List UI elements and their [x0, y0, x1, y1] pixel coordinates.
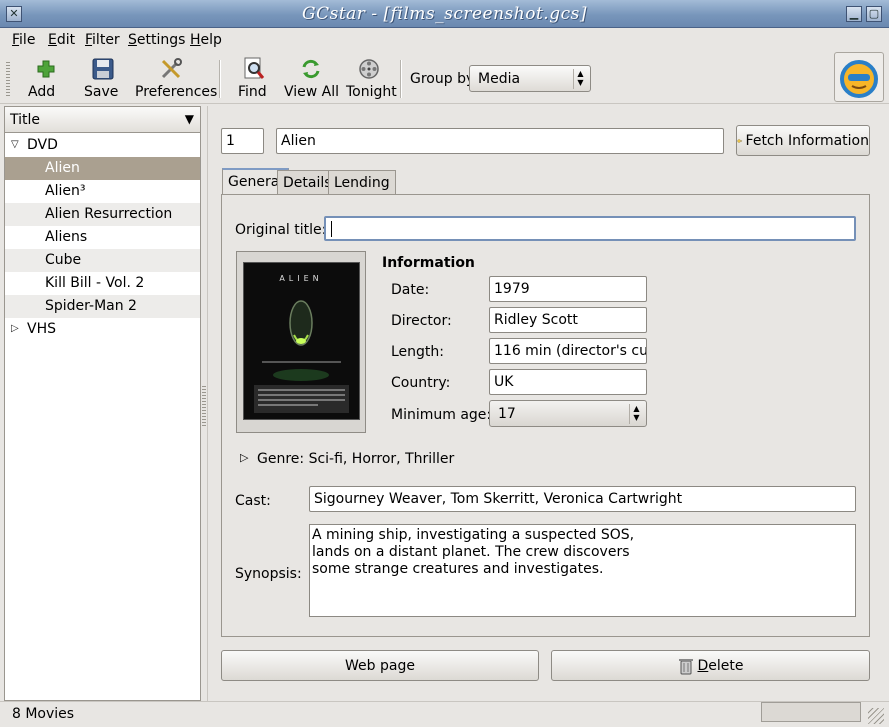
original-title-label: Original title:: [235, 222, 327, 238]
movie-poster: ALIEN: [243, 262, 360, 420]
name-field[interactable]: Alien: [276, 128, 724, 154]
tree-item-alien-resurrection[interactable]: Alien Resurrection: [5, 203, 200, 226]
collapsed-arrow-icon[interactable]: ▷: [11, 323, 19, 334]
chevron-down-icon: ▼: [184, 112, 194, 126]
original-title-field[interactable]: [324, 216, 856, 241]
web-page-button[interactable]: Web page: [221, 650, 539, 681]
film-reel-icon: [346, 56, 392, 82]
poster-title: ALIEN: [279, 274, 322, 283]
spin-arrows-icon: ▲ ▼: [573, 69, 587, 89]
toolbar-grip[interactable]: [6, 62, 10, 98]
length-label: Length:: [391, 344, 445, 360]
tree-item-aliens[interactable]: Aliens: [5, 226, 200, 249]
menu-file[interactable]: File: [12, 32, 35, 48]
tree-item-kill-bill[interactable]: Kill Bill - Vol. 2: [5, 272, 200, 295]
tree-item-alien3[interactable]: Alien³: [5, 180, 200, 203]
text-cursor: [331, 220, 332, 237]
cast-field[interactable]: Sigourney Weaver, Tom Skerritt, Veronica…: [309, 486, 856, 512]
director-label: Director:: [391, 313, 452, 329]
fetch-information-button[interactable]: Fetch Information: [736, 125, 870, 156]
delete-button[interactable]: Delete: [551, 650, 870, 681]
menu-filter[interactable]: Filter: [85, 32, 120, 48]
preferences-button[interactable]: Preferences: [135, 56, 217, 102]
tab-lending[interactable]: Lending: [328, 170, 396, 196]
expanded-arrow-icon[interactable]: ▽: [11, 139, 19, 150]
synopsis-label: Synopsis:: [235, 566, 302, 582]
director-field[interactable]: Ridley Scott: [489, 307, 647, 333]
id-field[interactable]: 1: [221, 128, 264, 154]
resize-grip[interactable]: [868, 708, 884, 724]
toolbar-separator: [400, 60, 402, 98]
status-bar: 8 Movies: [0, 701, 889, 727]
minimum-age-select[interactable]: 17 ▲ ▼: [489, 400, 647, 427]
window-title: GCstar - [films_screenshot.gcs]: [302, 4, 587, 24]
tree-group-vhs[interactable]: ▷ VHS: [5, 318, 200, 341]
country-field[interactable]: UK: [489, 369, 647, 395]
general-tab-panel: Original title: ALIEN Information Date: …: [221, 194, 870, 637]
country-label: Country:: [391, 375, 451, 391]
tree-item-spider-man-2[interactable]: Spider-Man 2: [5, 295, 200, 318]
length-field[interactable]: 116 min (director's cut): [489, 338, 647, 364]
toolbar-separator: [219, 60, 221, 98]
fetch-icon: [737, 138, 743, 143]
save-button[interactable]: Save: [84, 56, 122, 102]
minimize-icon[interactable]: ▁: [846, 6, 862, 22]
cast-label: Cast:: [235, 493, 271, 509]
status-progress-bar: [761, 702, 861, 722]
genre-expander[interactable]: Genre: Sci-fi, Horror, Thriller: [257, 451, 454, 467]
maximize-icon[interactable]: ▢: [866, 6, 882, 22]
item-detail-pane: 1 Alien Fetch Information General Detail…: [207, 106, 889, 701]
date-field[interactable]: 1979: [489, 276, 647, 302]
avatar-button[interactable]: [834, 52, 884, 102]
menu-edit[interactable]: Edit: [48, 32, 75, 48]
floppy-disk-icon: [84, 56, 122, 82]
add-button[interactable]: Add: [28, 56, 64, 102]
tree-item-alien[interactable]: Alien: [5, 157, 200, 180]
menu-settings[interactable]: Settings: [128, 32, 185, 48]
tonight-button[interactable]: Tonight: [346, 56, 397, 102]
tools-icon: [135, 56, 207, 82]
trash-icon: [678, 658, 693, 674]
genre-expander-icon[interactable]: ▷: [240, 451, 248, 464]
synopsis-field[interactable]: A mining ship, investigating a suspected…: [309, 524, 856, 617]
status-count: 8 Movies: [12, 706, 75, 722]
collection-tree: Title ▼ ▽ DVD Alien Alien³ Alien Resurre…: [4, 106, 201, 701]
tree-item-cube[interactable]: Cube: [5, 249, 200, 272]
tree-group-dvd[interactable]: ▽ DVD: [5, 134, 200, 157]
title-bar[interactable]: ✕ GCstar - [films_screenshot.gcs] ▁ ▢: [0, 0, 889, 28]
refresh-icon: [284, 56, 338, 82]
add-icon: [28, 56, 64, 82]
menu-bar: File Edit Filter Settings Help: [0, 28, 889, 52]
poster-image[interactable]: ALIEN: [236, 251, 366, 433]
menu-help[interactable]: Help: [190, 32, 222, 48]
group-by-label: Group by: [410, 71, 475, 87]
find-button[interactable]: Find: [238, 56, 270, 102]
information-heading: Information: [382, 255, 475, 271]
pane-splitter[interactable]: [202, 106, 206, 701]
view-all-button[interactable]: View All: [284, 56, 339, 102]
minimum-age-label: Minimum age:: [391, 407, 492, 423]
spin-arrows-icon: ▲ ▼: [629, 404, 643, 424]
app-window: ✕ GCstar - [films_screenshot.gcs] ▁ ▢ Fi…: [0, 0, 889, 727]
magnifier-icon: [238, 56, 270, 82]
group-by-select[interactable]: Media ▲ ▼: [469, 65, 591, 92]
date-label: Date:: [391, 282, 430, 298]
gcstar-logo-icon: [840, 60, 878, 98]
sort-field-select[interactable]: Title ▼: [5, 107, 200, 133]
